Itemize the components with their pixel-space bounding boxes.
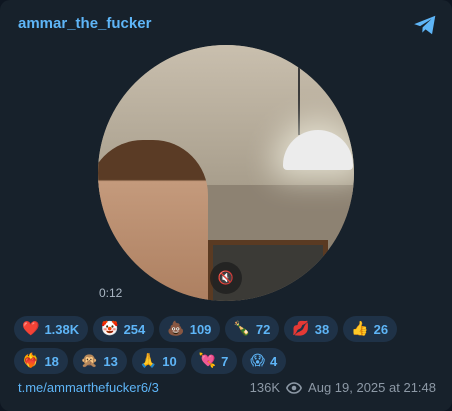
reaction-heart-on-fire[interactable]: ❤️‍🔥 18	[14, 348, 68, 374]
reactions-bar: ❤️ 1.38K 🤡 254 💩 109 🍾 72 💋 38 👍 26 ❤️‍🔥 18 🙊 13…	[14, 316, 434, 374]
clown-icon: 🤡	[101, 321, 119, 337]
kiss-icon: 💋	[292, 321, 310, 337]
reaction-heart[interactable]: ❤️ 1.38K	[14, 316, 89, 342]
mute-button[interactable]: 🔇	[210, 262, 242, 294]
reaction-count: 7	[221, 353, 229, 369]
champagne-icon: 🍾	[233, 321, 251, 337]
reaction-count: 38	[314, 321, 330, 337]
reaction-poop[interactable]: 💩 109	[159, 316, 221, 342]
reaction-count: 254	[123, 321, 146, 337]
thumbs-up-icon: 👍	[351, 321, 369, 337]
reaction-pray[interactable]: 🙏 10	[131, 348, 186, 374]
post-meta: 136K Aug 19, 2025 at 21:48	[250, 380, 436, 395]
reaction-count: 18	[44, 353, 59, 369]
reaction-speak-no-evil[interactable]: 🙊 13	[72, 348, 127, 374]
reaction-count: 72	[255, 321, 271, 337]
reaction-count: 4	[270, 353, 278, 369]
poop-icon: 💩	[167, 321, 185, 337]
person	[98, 140, 208, 301]
video-duration: 0:12	[99, 286, 123, 300]
channel-name[interactable]: ammar_the_fucker	[18, 15, 151, 32]
reaction-scream[interactable]: 😱 4	[242, 348, 287, 374]
muted-speaker-icon: 🔇	[217, 270, 235, 285]
reaction-count: 26	[373, 321, 389, 337]
view-count: 136K	[249, 380, 281, 395]
heart-icon: ❤️	[22, 321, 40, 337]
telegram-icon[interactable]	[412, 12, 438, 38]
pray-icon: 🙏	[139, 353, 158, 369]
heart-on-fire-icon: ❤️‍🔥	[22, 353, 40, 369]
scream-icon: 😱	[250, 353, 265, 369]
reaction-kiss[interactable]: 💋 38	[284, 316, 339, 342]
reaction-thumbs-up[interactable]: 👍 26	[343, 316, 398, 342]
reaction-clown[interactable]: 🤡 254	[93, 316, 155, 342]
speak-no-evil-icon: 🙊	[80, 353, 99, 369]
message-card: ammar_the_fucker 🔇 0:12 ❤️ 1.38K 🤡 254 💩 10…	[0, 0, 452, 411]
eye-icon	[286, 381, 303, 394]
heart-arrow-icon: 💘	[198, 353, 217, 369]
post-link[interactable]: t.me/ammarthefucker6/3	[18, 380, 159, 395]
reaction-count: 10	[162, 353, 177, 369]
reaction-champagne[interactable]: 🍾 72	[225, 316, 280, 342]
reaction-count: 1.38K	[44, 321, 80, 337]
reaction-count: 13	[103, 353, 118, 369]
reaction-count: 109	[189, 321, 212, 337]
reaction-heart-arrow[interactable]: 💘 7	[190, 348, 238, 374]
post-timestamp: Aug 19, 2025 at 21:48	[308, 380, 436, 395]
